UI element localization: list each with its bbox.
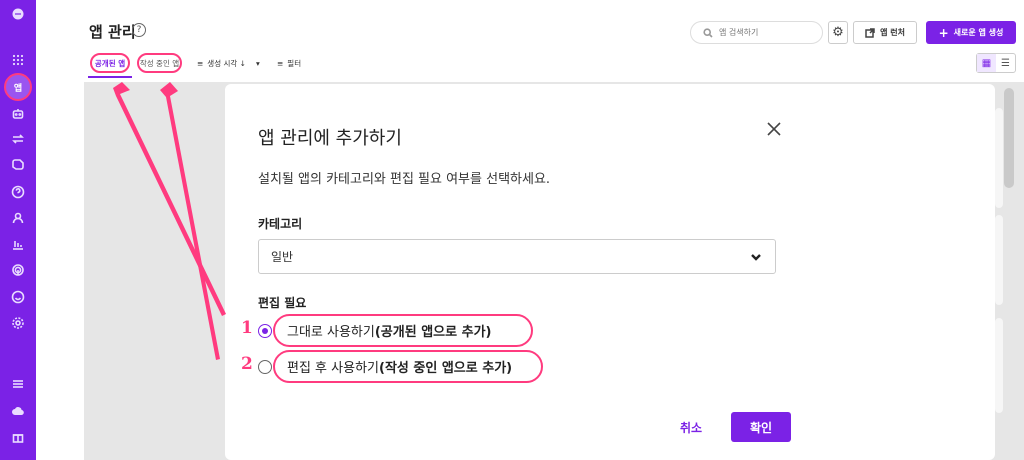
settings-icon[interactable] bbox=[8, 313, 28, 333]
filter-label: 필터 bbox=[287, 59, 302, 68]
bar-chart-icon[interactable] bbox=[8, 234, 28, 254]
robot-icon[interactable] bbox=[8, 104, 28, 124]
dialog-description: 설치될 앱의 카테고리와 편집 필요 여부를 선택하세요. bbox=[258, 172, 551, 187]
option-label: 편집 후 사용하기 bbox=[287, 361, 379, 376]
list-view-icon[interactable]: ☰ bbox=[996, 54, 1015, 72]
tab-published-apps[interactable]: 공개된 앱 bbox=[90, 53, 130, 73]
fingerprint-icon[interactable] bbox=[8, 260, 28, 280]
settings-button[interactable]: ⚙ bbox=[828, 21, 848, 44]
sort-dropdown[interactable]: ≡ 생성 시각 ↓ ▾ bbox=[197, 58, 260, 69]
scrollbar[interactable] bbox=[1004, 88, 1014, 188]
new-app-label: 새로운 앱 생성 bbox=[953, 28, 1004, 37]
background-card bbox=[995, 215, 1003, 305]
chat-bubbles-icon[interactable] bbox=[8, 155, 28, 175]
search-input[interactable] bbox=[719, 28, 819, 37]
search-box[interactable] bbox=[690, 21, 823, 44]
background-card bbox=[995, 108, 1003, 208]
message-icon[interactable] bbox=[8, 287, 28, 307]
chevron-down-icon bbox=[751, 253, 761, 261]
radio-use-as-is[interactable] bbox=[258, 324, 272, 338]
help-circle-icon[interactable] bbox=[8, 182, 28, 202]
sort-icon: ≡ bbox=[197, 59, 204, 68]
exchange-icon[interactable] bbox=[8, 129, 28, 149]
active-tab-indicator bbox=[88, 76, 132, 78]
annotation-number-1: 1 bbox=[241, 318, 253, 338]
option-label: 그대로 사용하기 bbox=[287, 325, 375, 340]
grid-icon[interactable] bbox=[8, 50, 28, 70]
dialog-title: 앱 관리에 추가하기 bbox=[258, 128, 402, 149]
option-use-after-edit[interactable]: 편집 후 사용하기 (작성 중인 앱으로 추가) bbox=[273, 350, 543, 383]
gear-icon: ⚙ bbox=[832, 25, 844, 40]
new-app-button[interactable]: + 새로운 앱 생성 bbox=[926, 21, 1016, 44]
sidebar-item-apps[interactable]: 앱 bbox=[4, 73, 32, 101]
background-card bbox=[995, 318, 1003, 413]
cancel-button[interactable]: 취소 bbox=[680, 419, 702, 436]
page-title: 앱 관리 bbox=[89, 23, 136, 41]
option-detail: (공개된 앱으로 추가) bbox=[374, 325, 492, 340]
edit-required-label: 편집 필요 bbox=[258, 296, 307, 310]
annotation-number-2: 2 bbox=[241, 354, 253, 374]
user-icon[interactable] bbox=[8, 208, 28, 228]
app-launcher-label: 앱 런처 bbox=[880, 28, 905, 37]
grid-view-icon[interactable]: ▦ bbox=[977, 54, 996, 72]
category-select[interactable]: 일반 bbox=[258, 239, 776, 274]
view-toggle: ▦ ☰ bbox=[976, 53, 1016, 73]
filter-icon: ≡ bbox=[277, 59, 284, 68]
close-button[interactable] bbox=[763, 118, 785, 140]
external-link-icon bbox=[865, 27, 875, 38]
gift-icon[interactable] bbox=[8, 427, 28, 447]
option-use-as-is[interactable]: 그대로 사용하기 (공개된 앱으로 추가) bbox=[273, 314, 533, 347]
help-icon[interactable]: ? bbox=[132, 23, 146, 37]
add-to-app-management-dialog: 앱 관리에 추가하기 설치될 앱의 카테고리와 편집 필요 여부를 선택하세요.… bbox=[225, 84, 995, 460]
apps-icon: 앱 bbox=[13, 83, 23, 94]
filter-button[interactable]: ≡ 필터 bbox=[277, 58, 301, 69]
option-detail: (작성 중인 앱으로 추가) bbox=[379, 361, 513, 376]
category-value: 일반 bbox=[271, 250, 294, 264]
tab-draft-apps[interactable]: 작성 중인 앱 bbox=[137, 53, 182, 73]
confirm-button[interactable]: 확인 bbox=[731, 412, 791, 442]
cloud-upload-icon[interactable] bbox=[8, 401, 28, 421]
search-icon bbox=[703, 27, 713, 38]
category-label: 카테고리 bbox=[258, 217, 303, 231]
plus-icon: + bbox=[938, 25, 949, 40]
menu-icon[interactable] bbox=[8, 374, 28, 394]
caret-down-icon: ▾ bbox=[255, 59, 260, 68]
sidebar: 앱 bbox=[0, 0, 36, 460]
radio-use-after-edit[interactable] bbox=[258, 360, 272, 374]
close-icon bbox=[767, 122, 781, 136]
app-launcher-button[interactable]: 앱 런처 bbox=[853, 21, 917, 44]
sort-label: 생성 시각 ↓ bbox=[207, 59, 246, 68]
logo-icon[interactable] bbox=[8, 4, 28, 24]
